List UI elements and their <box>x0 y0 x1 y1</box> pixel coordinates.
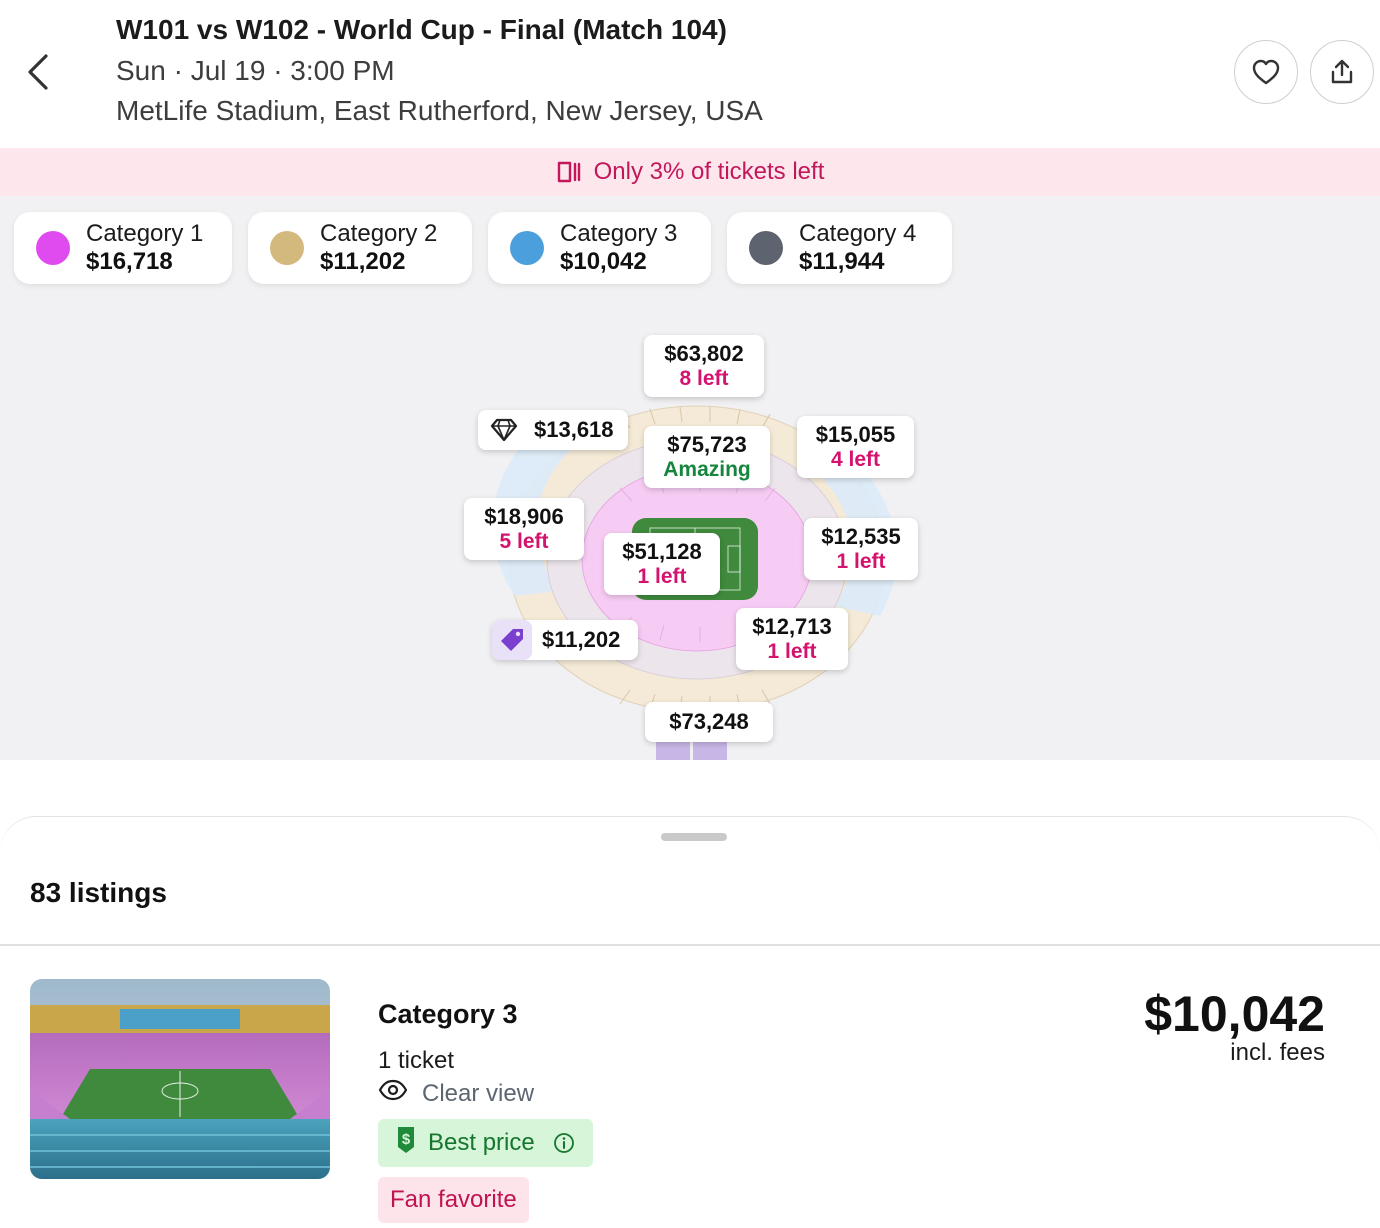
info-icon[interactable] <box>553 1132 575 1154</box>
map-price-note: Amazing <box>663 458 751 481</box>
map-price: $51,128 <box>622 539 702 564</box>
map-price-tag[interactable]: $75,723 Amazing <box>644 426 770 488</box>
event-datetime: Sun · Jul 19 · 3:00 PM <box>116 55 395 86</box>
chevron-left-icon <box>28 54 48 90</box>
category-chip-1[interactable]: Category 1 $16,718 <box>14 212 232 284</box>
eye-icon <box>378 1079 408 1108</box>
category-color-dot <box>36 231 70 265</box>
map-price-tag[interactable]: $63,802 8 left <box>644 335 764 397</box>
sheet-drag-handle[interactable] <box>661 833 727 841</box>
map-price-tag[interactable]: $51,128 1 left <box>604 533 720 595</box>
map-price: $12,713 <box>752 614 832 639</box>
category-chip-4[interactable]: Category 4 $11,944 <box>727 212 952 284</box>
heart-icon <box>1252 59 1280 85</box>
category-chip-3[interactable]: Category 3 $10,042 <box>488 212 711 284</box>
map-price: $73,248 <box>669 709 749 734</box>
category-price: $16,718 <box>86 248 173 275</box>
best-price-badge[interactable]: $ Best price <box>378 1119 593 1167</box>
map-price-tag[interactable]: $18,906 5 left <box>464 498 584 560</box>
listings-sheet: 83 listings Category 3 1 ticket Clear vi… <box>0 816 1380 1228</box>
scarcity-banner: Only 3% of tickets left <box>0 148 1380 196</box>
category-color-dot <box>749 231 783 265</box>
listing-fees-note: incl. fees <box>1230 1039 1325 1066</box>
scarcity-text: Only 3% of tickets left <box>593 158 825 185</box>
map-price-tag[interactable]: $12,535 1 left <box>804 518 918 580</box>
event-header: W101 vs W102 - World Cup - Final (Match … <box>0 0 1380 148</box>
best-price-label: Best price <box>428 1129 535 1156</box>
favorite-button[interactable] <box>1234 40 1298 104</box>
map-price: $75,723 <box>667 432 747 457</box>
map-price-tag[interactable]: $15,055 4 left <box>797 416 914 478</box>
map-price-note: 4 left <box>830 448 880 471</box>
divider <box>0 944 1380 946</box>
map-price: $63,802 <box>664 341 744 366</box>
map-price-note: 1 left <box>767 640 817 663</box>
listings-count: 83 listings <box>30 877 167 908</box>
category-color-dot <box>510 231 544 265</box>
share-button[interactable] <box>1310 40 1374 104</box>
category-name: Category 2 <box>320 219 438 247</box>
map-price: $13,618 <box>534 417 614 442</box>
back-button[interactable] <box>18 50 58 94</box>
listing-quantity: 1 ticket <box>378 1047 455 1074</box>
svg-text:$: $ <box>402 1131 411 1148</box>
map-price: $11,202 <box>542 627 621 652</box>
event-title: W101 vs W102 - World Cup - Final (Match … <box>116 14 727 45</box>
category-name: Category 3 <box>560 219 678 247</box>
map-price-tag[interactable]: $73,248 <box>645 702 773 742</box>
price-tag-icon <box>492 620 532 660</box>
listing-view-quality: Clear view <box>378 1079 534 1108</box>
category-price: $11,944 <box>799 248 885 275</box>
category-chip-2[interactable]: Category 2 $11,202 <box>248 212 472 284</box>
map-price: $18,906 <box>484 504 564 529</box>
map-price-tag[interactable]: $13,618 <box>478 410 628 450</box>
map-price-tag[interactable]: $12,713 1 left <box>736 608 848 670</box>
seat-map[interactable]: Category 1 $16,718 Category 2 $11,202 Ca… <box>0 196 1380 760</box>
ticket-icon <box>556 159 582 185</box>
listing-price: $10,042 <box>1144 986 1325 1042</box>
category-price: $10,042 <box>560 248 647 275</box>
category-color-dot <box>270 231 304 265</box>
category-price: $11,202 <box>320 248 406 275</box>
event-venue: MetLife Stadium, East Rutherford, New Je… <box>116 95 763 126</box>
view-label: Clear view <box>422 1079 535 1107</box>
map-price: $12,535 <box>821 524 901 549</box>
seat-view-image <box>30 979 330 1179</box>
category-name: Category 4 <box>799 219 917 247</box>
map-price-note: 1 left <box>836 550 886 573</box>
diamond-icon <box>484 410 524 450</box>
map-price-tag[interactable]: $11,202 <box>492 620 639 660</box>
map-price: $15,055 <box>815 422 896 447</box>
dollar-tag-icon: $ <box>394 1125 418 1162</box>
fan-favorite-badge: Fan favorite <box>378 1177 529 1223</box>
map-price-note: 5 left <box>499 530 549 553</box>
map-price-note: 1 left <box>637 565 687 588</box>
listing-card[interactable]: Category 3 1 ticket Clear view $ Best pr… <box>0 979 1380 1228</box>
listing-category: Category 3 <box>378 999 518 1029</box>
share-icon <box>1331 59 1353 84</box>
category-name: Category 1 <box>86 219 204 247</box>
map-price-note: 8 left <box>679 367 729 390</box>
